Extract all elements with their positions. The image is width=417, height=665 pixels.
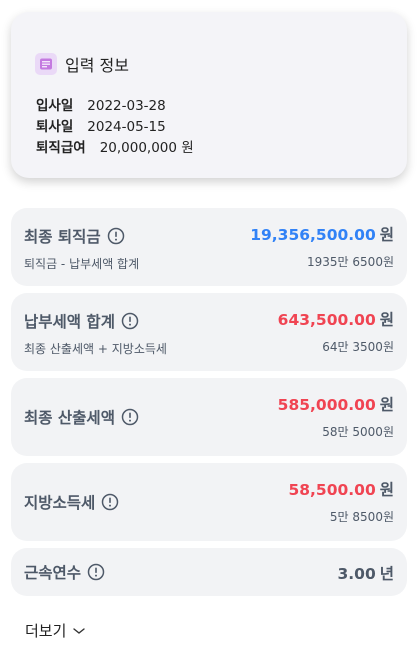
info-label: 퇴직급여 — [36, 140, 86, 156]
result-title: 납부세액 합계 — [24, 313, 115, 331]
result-amount-korean: 58만 5000원 — [322, 425, 394, 439]
result-left: 납부세액 합계 최종 산출세액 + 지방소득세 — [24, 310, 167, 357]
info-row-leave-date: 퇴사일 2024-05-15 — [36, 115, 166, 135]
result-subtitle: 최종 산출세액 + 지방소득세 — [24, 342, 167, 356]
result-unit: 원 — [379, 481, 394, 499]
info-icon[interactable] — [101, 493, 119, 511]
result-right: 19,356,500.00 원 1935만 6500원 — [250, 223, 394, 270]
info-icon[interactable] — [107, 227, 125, 245]
result-amount: 3.00 — [337, 565, 376, 583]
result-subtitle: 퇴직금 - 납부세액 합계 — [24, 257, 140, 271]
result-title: 최종 퇴직금 — [24, 228, 101, 246]
result-card-final-severance: 최종 퇴직금 퇴직금 - 납부세액 합계 19,356,500.00 원 1935… — [11, 208, 407, 286]
info-label: 입사일 — [36, 98, 74, 114]
info-row-severance-pay: 퇴직급여 20,000,000 원 — [36, 136, 194, 156]
result-right: 585,000.00 원 58만 5000원 — [278, 393, 394, 440]
result-unit: 원 — [379, 396, 394, 414]
result-amount-korean: 1935만 6500원 — [307, 255, 394, 269]
result-left: 최종 산출세액 — [24, 406, 139, 428]
result-title-row: 근속연수 — [24, 561, 105, 583]
result-title-row: 지방소득세 — [24, 491, 119, 513]
result-title: 근속연수 — [24, 564, 82, 582]
result-right: 58,500.00 원 5만 8500원 — [288, 478, 394, 525]
result-card-total-tax: 납부세액 합계 최종 산출세액 + 지방소득세 643,500.00 원 64만 … — [11, 293, 407, 371]
result-unit: 원 — [379, 226, 394, 244]
result-amount: 585,000.00 — [277, 396, 376, 414]
info-icon[interactable] — [121, 312, 139, 330]
info-value: 20,000,000 원 — [99, 140, 194, 156]
card-title: 입력 정보 — [65, 56, 129, 75]
result-right: 643,500.00 원 64만 3500원 — [278, 308, 394, 355]
result-left: 지방소득세 — [24, 491, 119, 513]
info-row-join-date: 입사일 2022-03-28 — [36, 94, 166, 114]
chevron-down-icon — [72, 626, 86, 636]
result-unit: 원 — [379, 311, 394, 329]
info-value: 2024-05-15 — [87, 119, 166, 135]
result-title: 지방소득세 — [24, 494, 96, 512]
result-amount: 19,356,500.00 — [250, 226, 376, 244]
result-amount: 643,500.00 — [277, 311, 376, 329]
info-value: 2022-03-28 — [87, 98, 166, 114]
form-icon — [35, 53, 57, 75]
info-icon[interactable] — [121, 408, 139, 426]
input-info-header: 입력 정보 — [35, 52, 129, 76]
result-left: 최종 퇴직금 퇴직금 - 납부세액 합계 — [24, 225, 139, 272]
result-amount-korean: 64만 3500원 — [322, 340, 394, 354]
result-right: 3.00 년 — [337, 562, 394, 584]
result-title-row: 최종 퇴직금 — [24, 225, 139, 247]
result-card-local-income-tax: 지방소득세 58,500.00 원 5만 8500원 — [11, 463, 407, 541]
more-label: 더보기 — [25, 622, 67, 640]
result-card-years-of-service: 근속연수 3.00 년 — [11, 548, 407, 596]
result-left: 근속연수 — [24, 561, 105, 583]
result-title-row: 최종 산출세액 — [24, 406, 139, 428]
result-title: 최종 산출세액 — [24, 409, 115, 427]
info-icon[interactable] — [87, 563, 105, 581]
result-amount-korean: 5만 8500원 — [329, 510, 394, 524]
result-card-final-computed-tax: 최종 산출세액 585,000.00 원 58만 5000원 — [11, 378, 407, 456]
result-amount: 58,500.00 — [288, 481, 376, 499]
result-unit: 년 — [379, 565, 394, 583]
result-title-row: 납부세액 합계 — [24, 310, 167, 332]
input-info-card: 입력 정보 입사일 2022-03-28 퇴사일 2024-05-15 퇴직급여… — [11, 12, 407, 178]
more-button[interactable]: 더보기 — [25, 620, 86, 641]
info-label: 퇴사일 — [36, 119, 74, 135]
